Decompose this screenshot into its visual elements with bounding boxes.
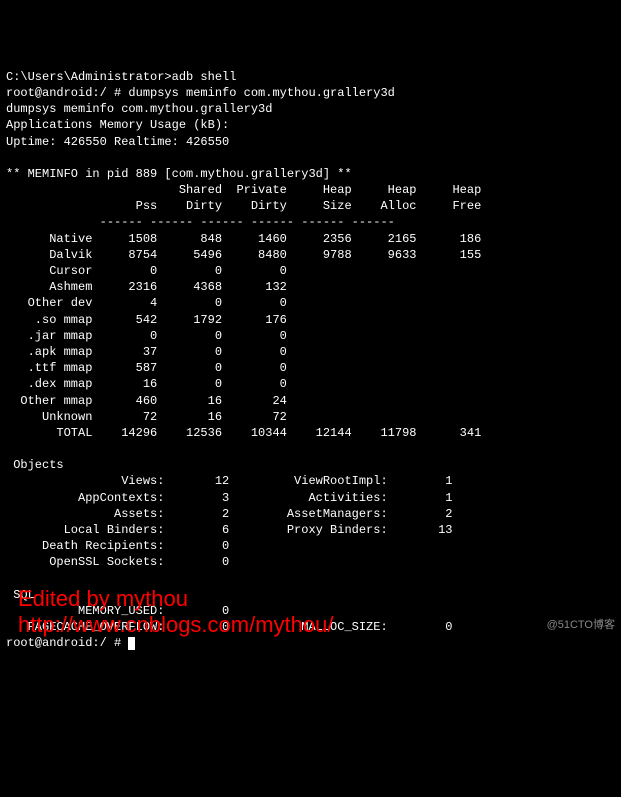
terminal-output: C:\Users\Administrator>adb shell root@an… bbox=[6, 69, 615, 652]
overlay-url: http://www.cnblogs.com/mythou/ bbox=[18, 610, 333, 640]
watermark: @51CTO博客 bbox=[547, 618, 615, 633]
